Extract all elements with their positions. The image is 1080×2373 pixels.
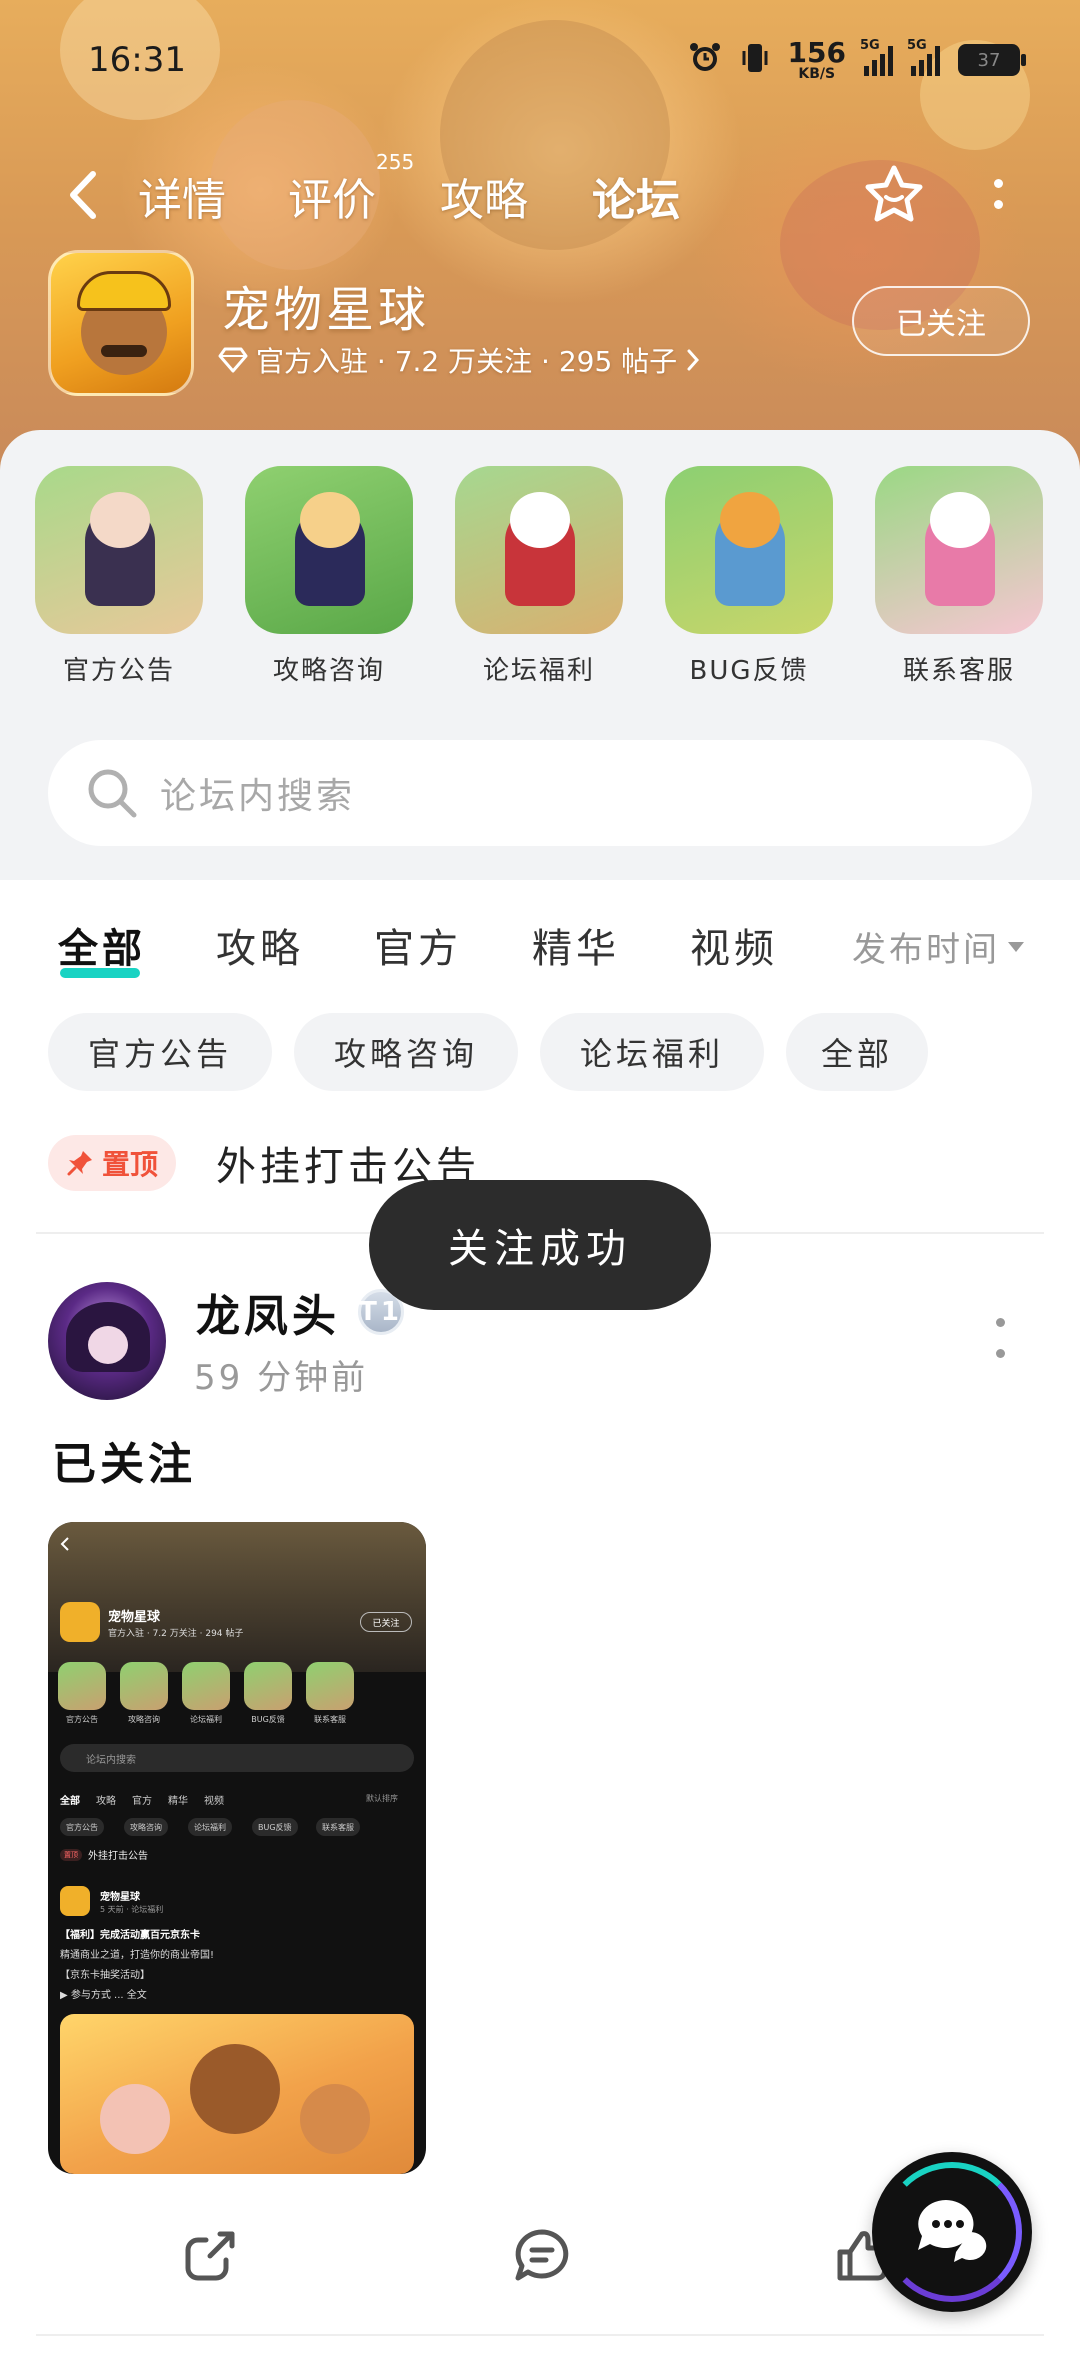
status-time: 16:31 bbox=[88, 40, 186, 80]
comment-button[interactable] bbox=[510, 2224, 574, 2288]
post-more-button[interactable] bbox=[990, 1318, 1010, 1358]
bug-report-thumbnail bbox=[665, 466, 833, 634]
battery-icon: 37 bbox=[958, 44, 1026, 76]
toast-message: 关注成功 bbox=[369, 1180, 711, 1310]
back-button[interactable] bbox=[58, 168, 108, 222]
caret-down-icon bbox=[1008, 941, 1024, 952]
announcement-thumbnail bbox=[35, 466, 203, 634]
quick-link-support[interactable]: 联系客服 bbox=[874, 466, 1044, 687]
tab-guides[interactable]: 攻略 bbox=[440, 164, 528, 228]
chip-announcements[interactable]: 官方公告 bbox=[48, 1013, 272, 1091]
status-icons: 156 KB/S 5G 5G 37 bbox=[688, 36, 1026, 82]
quick-link-guides[interactable]: 攻略咨询 bbox=[244, 466, 414, 687]
tab-reviews[interactable]: 评价 bbox=[288, 164, 376, 228]
guide-thumbnail bbox=[245, 466, 413, 634]
game-title: 宠物星球 bbox=[222, 282, 431, 338]
chip-benefits[interactable]: 论坛福利 bbox=[540, 1013, 764, 1091]
tab-details[interactable]: 详情 bbox=[138, 164, 226, 228]
pinned-badge: 置顶 bbox=[48, 1135, 177, 1191]
more-options-button[interactable] bbox=[978, 164, 1018, 224]
diamond-icon bbox=[218, 347, 248, 373]
signal-icon: 5G bbox=[907, 38, 940, 76]
tab-forum[interactable]: 论坛 bbox=[588, 164, 684, 228]
share-button[interactable] bbox=[178, 2224, 242, 2288]
search-icon bbox=[88, 769, 137, 818]
benefits-thumbnail bbox=[455, 466, 623, 634]
share-icon bbox=[185, 2231, 235, 2281]
game-header: 16:31 156 KB/S 5G 5G 37 详情 评价 255 攻略 论坛 … bbox=[0, 0, 1080, 470]
signal-icon: 5G bbox=[860, 38, 893, 76]
image-game-icon bbox=[60, 1602, 100, 1642]
divider bbox=[36, 2334, 1044, 2336]
star-icon bbox=[865, 165, 923, 222]
filter-tab-all[interactable]: 全部 bbox=[58, 916, 146, 978]
image-quick-thumb bbox=[58, 1662, 106, 1710]
image-tabs: 全部 攻略 官方 精华 视频 bbox=[60, 1796, 224, 1807]
image-header-art bbox=[48, 1522, 426, 1672]
post-author[interactable]: 龙凤头 T1 bbox=[196, 1280, 404, 1344]
image-promo-art bbox=[60, 2014, 414, 2174]
chevron-right-icon bbox=[687, 349, 700, 371]
category-chips: 官方公告 攻略咨询 论坛福利 全部 bbox=[0, 1013, 1080, 1093]
vibrate-icon bbox=[740, 41, 770, 79]
network-speed: 156 KB/S bbox=[787, 36, 846, 82]
image-post-icon bbox=[60, 1886, 90, 1916]
chip-all[interactable]: 全部 bbox=[786, 1013, 928, 1091]
image-quick-thumb bbox=[182, 1662, 230, 1710]
forum-shortcuts-card: 官方公告 攻略咨询 论坛福利 BUG反馈 联系客服 论坛内搜索 bbox=[0, 430, 1080, 880]
filter-tab-guides[interactable]: 攻略 bbox=[216, 916, 304, 974]
back-icon bbox=[60, 1537, 69, 1551]
top-nav: 详情 评价 255 攻略 论坛 bbox=[0, 150, 1080, 240]
chat-assistant-button[interactable] bbox=[872, 2152, 1032, 2312]
favorite-button[interactable] bbox=[860, 160, 928, 228]
support-thumbnail bbox=[875, 466, 1043, 634]
search-input[interactable]: 论坛内搜索 bbox=[48, 740, 1032, 846]
pin-icon bbox=[67, 1151, 92, 1176]
game-icon[interactable] bbox=[48, 250, 194, 396]
game-meta[interactable]: 官方入驻 · 7.2 万关注 · 295 帖子 bbox=[218, 340, 701, 380]
filter-tabs: 全部 攻略 官方 精华 视频 发布时间 bbox=[0, 910, 1080, 990]
quick-link-benefits[interactable]: 论坛福利 bbox=[454, 466, 624, 687]
avatar[interactable] bbox=[48, 1282, 166, 1400]
filter-tab-featured[interactable]: 精华 bbox=[532, 916, 620, 974]
post-image[interactable]: 宠物星球 官方入驻 · 7.2 万关注 · 294 帖子 已关注 官方公告 攻略… bbox=[48, 1522, 426, 2174]
image-search: 论坛内搜索 bbox=[60, 1744, 414, 1772]
alarm-icon bbox=[688, 41, 722, 79]
quick-link-announcements[interactable]: 官方公告 bbox=[34, 466, 204, 687]
comment-icon bbox=[515, 2229, 569, 2281]
status-bar: 16:31 156 KB/S 5G 5G 37 bbox=[0, 0, 1080, 120]
sort-dropdown[interactable]: 发布时间 bbox=[852, 922, 1024, 971]
chip-guides[interactable]: 攻略咨询 bbox=[294, 1013, 518, 1091]
quick-link-bug-report[interactable]: BUG反馈 bbox=[664, 466, 834, 687]
review-count: 255 bbox=[376, 150, 415, 174]
follow-button[interactable]: 已关注 bbox=[852, 286, 1030, 356]
post-time: 59 分钟前 bbox=[194, 1358, 369, 1398]
image-quick-thumb bbox=[120, 1662, 168, 1710]
image-quick-thumb bbox=[244, 1662, 292, 1710]
chat-icon bbox=[918, 2200, 987, 2262]
game-info: 宠物星球 官方入驻 · 7.2 万关注 · 295 帖子 已关注 bbox=[0, 248, 1080, 398]
filter-tab-video[interactable]: 视频 bbox=[690, 916, 778, 974]
image-quick-thumb bbox=[306, 1662, 354, 1710]
image-pinned: 置顶 外挂打击公告 bbox=[60, 1847, 148, 1862]
filter-tab-official[interactable]: 官方 bbox=[374, 916, 462, 974]
post-content: 已关注 bbox=[52, 1439, 196, 1490]
